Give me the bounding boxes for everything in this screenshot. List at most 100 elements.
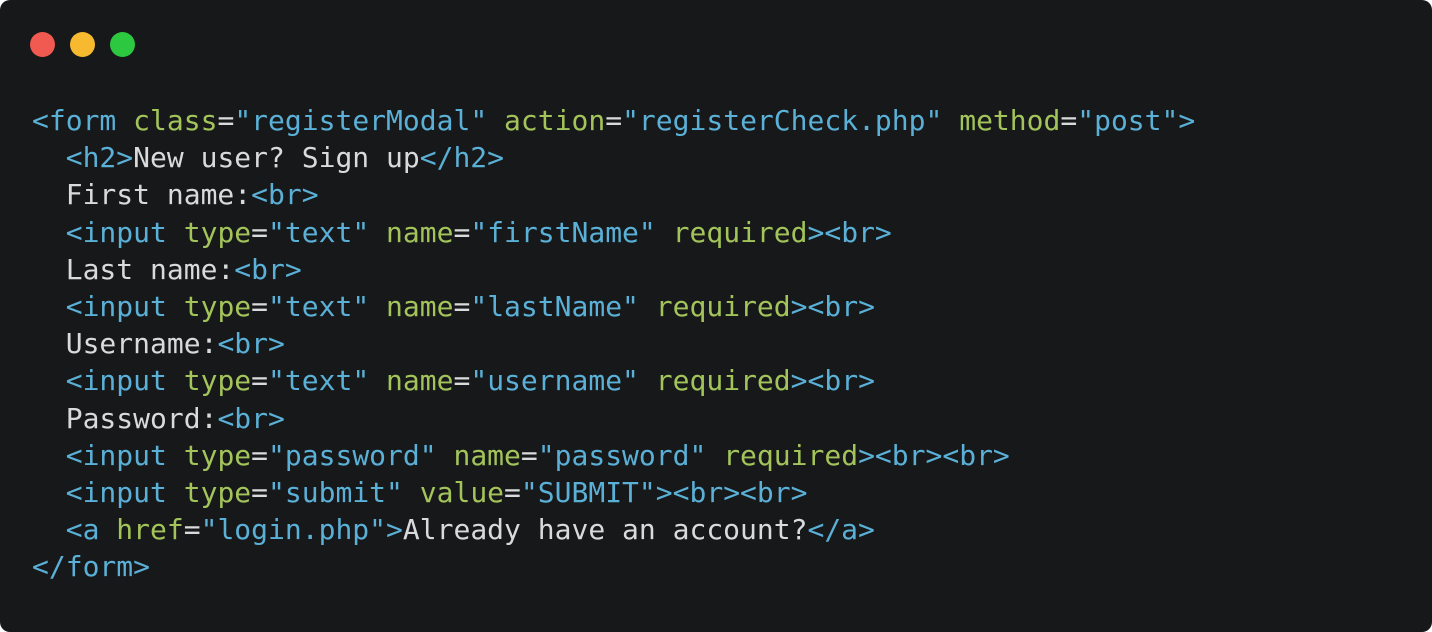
code-line: <a href="login.php">Already have an acco… [32,511,1195,548]
code-token: type [183,215,252,249]
code-token: "text" [268,364,370,398]
code-token: > [1178,104,1196,137]
code-token: = [183,513,201,547]
code-token: "username" [470,364,639,398]
code-token: "post" [1077,104,1179,137]
code-token: = [251,289,269,323]
code-token: = [217,104,235,137]
code-token: = [453,364,471,398]
code-token: Username: [32,327,218,361]
code-token: name [386,364,454,398]
code-token: "login.php" [200,513,387,547]
maximize-button[interactable] [110,32,135,57]
code-token: </a> [807,513,875,547]
code-token: "password" [537,438,707,472]
code-line: First name:<br> [32,176,1195,213]
code-token: ><br> [790,364,875,398]
code-token: name [453,438,521,472]
code-line: <input type="password" name="password" r… [32,437,1195,474]
code-block: <form class="registerModal" action="regi… [32,102,1195,585]
code-token: First name: [32,178,252,212]
code-token: name [386,215,454,249]
code-token: <br> [251,178,319,212]
code-line: <h2>New user? Sign up</h2> [32,139,1195,176]
code-token: = [251,438,269,472]
minimize-button[interactable] [70,32,95,57]
code-token: "SUBMIT" [520,475,656,509]
code-line: Username:<br> [32,325,1195,362]
code-line: Last name:<br> [32,251,1195,288]
code-token: ><br><br> [858,438,1010,472]
code-token: method [959,104,1061,137]
code-token: <br> [234,252,302,286]
code-token: class [133,104,218,137]
code-token: <form [32,104,117,137]
code-token: Last name: [32,252,235,286]
code-token: = [251,215,269,249]
code-token: "text" [268,215,370,249]
code-token: <h2> [65,141,134,175]
code-line: <input type="text" name="lastName" requi… [32,288,1195,325]
code-line: <input type="text" name="username" requi… [32,362,1195,399]
code-token: <input [65,438,167,472]
code-token: = [453,289,471,323]
code-window: <form class="registerModal" action="regi… [0,0,1432,632]
code-token: "registerModal" [234,104,488,137]
code-token: "password" [268,438,437,472]
code-token: > [386,513,403,547]
code-token: "text" [268,289,370,323]
code-line: <input type="submit" value="SUBMIT"><br>… [32,474,1195,511]
code-token: Password: [32,401,218,435]
code-token: required [655,289,791,323]
code-token: name [386,289,454,323]
code-token: value [419,475,505,509]
code-token: <input [65,364,167,398]
code-token: "lastName" [470,289,639,323]
code-token: New user? Sign up [133,141,420,175]
close-button[interactable] [30,32,55,57]
code-token: = [1060,104,1078,137]
code-token: = [504,475,521,509]
code-line: </form> [32,548,1195,585]
code-token: "submit" [268,475,403,509]
code-token: <br> [217,327,285,361]
code-line: <input type="text" name="firstName" requ… [32,214,1195,251]
code-token: required [655,364,791,398]
window-controls [30,32,135,57]
code-token: <input [65,289,167,323]
code-token: "firstName" [470,215,656,249]
code-token: <input [65,215,167,249]
code-token: = [520,438,538,472]
code-token: = [251,475,269,509]
code-line: <form class="registerModal" action="regi… [32,102,1195,139]
code-token: <br> [217,401,285,435]
code-token: href [116,513,184,547]
code-token: <input [65,475,167,509]
code-token: type [183,364,252,398]
code-token: Already have an account? [402,513,808,547]
code-token: = [453,215,471,249]
code-token: action [504,104,606,137]
code-token: required [723,438,859,472]
code-token: "registerCheck.php" [622,104,943,137]
code-token: ><br> [790,289,875,323]
